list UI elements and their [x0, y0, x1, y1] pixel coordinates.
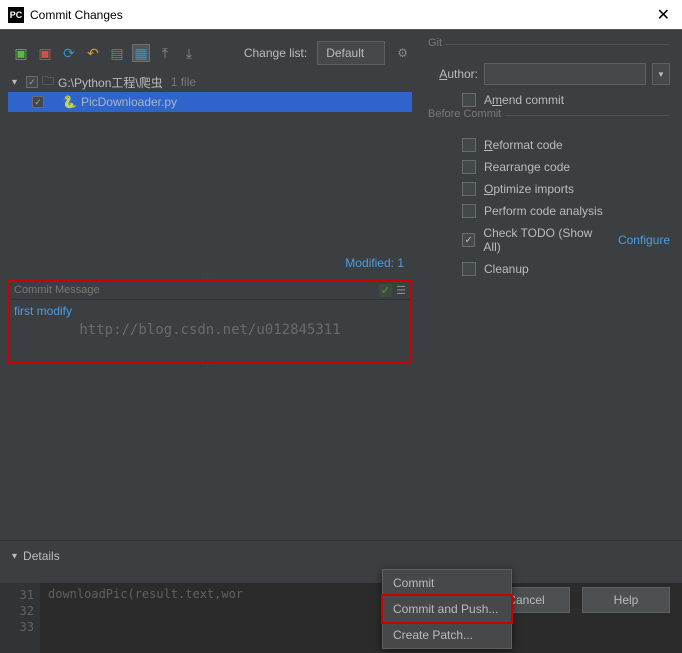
diff-preview [8, 370, 412, 532]
toolbar: ▣ ▣ ⟳ ↶ ▤ ▦ ⤒ ⤓ Change list: Default ⚙ [8, 38, 412, 68]
menu-create-patch[interactable]: Create Patch... [383, 622, 511, 648]
commit-message-label: Commit Message [14, 284, 100, 297]
tree-path: G:\Python工程\爬虫 [58, 74, 163, 91]
tree-root-row[interactable]: ▾ ✓ 🗀 G:\Python工程\爬虫 1 file [8, 72, 412, 92]
file-count: 1 file [171, 75, 196, 89]
modified-count: Modified: 1 [8, 252, 412, 274]
cleanup-checkbox[interactable] [462, 262, 476, 276]
python-file-icon: 🐍 [62, 95, 77, 109]
git-group: Git Author: ▼ Amend commit [424, 44, 670, 107]
button-bar: Commit ▼ Cancel Help [0, 571, 682, 629]
rearrange-checkbox[interactable] [462, 160, 476, 174]
checkbox[interactable]: ✓ [32, 96, 44, 108]
amend-checkbox[interactable] [462, 93, 476, 107]
file-tree[interactable]: ▾ ✓ 🗀 G:\Python工程\爬虫 1 file ✓ 🐍 PicDownl… [8, 72, 412, 252]
app-icon: PC [8, 7, 24, 23]
help-button[interactable]: Help [582, 587, 670, 613]
window-title: Commit Changes [30, 8, 123, 22]
expand-icon[interactable]: ⤒ [156, 44, 174, 62]
amend-label: Amend commit [484, 93, 564, 107]
details-toggle[interactable]: ▾ Details [0, 540, 682, 571]
spellcheck-icon[interactable]: ✓ [379, 284, 392, 297]
reformat-checkbox[interactable] [462, 138, 476, 152]
author-input[interactable] [484, 63, 646, 85]
remove-icon[interactable]: ▣ [36, 44, 54, 62]
cleanup-label: Cleanup [484, 262, 529, 276]
analysis-checkbox[interactable] [462, 204, 476, 218]
group-label: Git [424, 37, 446, 49]
group-label: Before Commit [424, 108, 505, 120]
todo-label: Check TODO (Show All) [483, 226, 606, 254]
titlebar: PC Commit Changes ✕ [0, 0, 682, 30]
optimize-checkbox[interactable] [462, 182, 476, 196]
analysis-label: Perform code analysis [484, 204, 603, 218]
chevron-down-icon[interactable]: ▾ [12, 77, 22, 88]
details-label: Details [23, 549, 60, 563]
chevron-down-icon: ▾ [12, 551, 17, 562]
change-list-dropdown[interactable]: Default [317, 41, 385, 65]
revert-icon[interactable]: ↶ [84, 44, 102, 62]
refresh-icon[interactable]: ⟳ [60, 44, 78, 62]
gear-icon[interactable]: ⚙ [397, 46, 408, 60]
close-icon[interactable]: ✕ [653, 5, 674, 25]
author-label: Author: [424, 67, 478, 81]
commit-message-section: Commit Message ✓ ☰ first modify http://b… [8, 280, 412, 364]
change-list-label: Change list: [244, 46, 307, 60]
menu-commit-push[interactable]: Commit and Push... [383, 596, 511, 622]
file-name: PicDownloader.py [81, 95, 177, 109]
todo-checkbox[interactable] [462, 233, 475, 247]
group-icon[interactable]: ▦ [132, 44, 150, 62]
configure-link[interactable]: Configure [618, 233, 670, 247]
folder-icon: 🗀 [42, 72, 54, 93]
collapse-icon[interactable]: ⤓ [180, 44, 198, 62]
author-dropdown[interactable]: ▼ [652, 63, 670, 85]
optimize-label: Optimize imports [484, 182, 574, 196]
commit-dropdown-menu: Commit Commit and Push... Create Patch..… [382, 569, 512, 649]
before-commit-group: Before Commit Reformat code Rearrange co… [424, 115, 670, 276]
diff-icon[interactable]: ▤ [108, 44, 126, 62]
menu-commit[interactable]: Commit [383, 570, 511, 596]
rearrange-label: Rearrange code [484, 160, 570, 174]
reformat-label: Reformat code [484, 138, 563, 152]
history-icon[interactable]: ☰ [396, 284, 406, 297]
commit-message-input[interactable]: first modify [10, 300, 410, 362]
tree-file-row[interactable]: ✓ 🐍 PicDownloader.py [8, 92, 412, 112]
checkbox[interactable]: ✓ [26, 76, 38, 88]
add-icon[interactable]: ▣ [12, 44, 30, 62]
